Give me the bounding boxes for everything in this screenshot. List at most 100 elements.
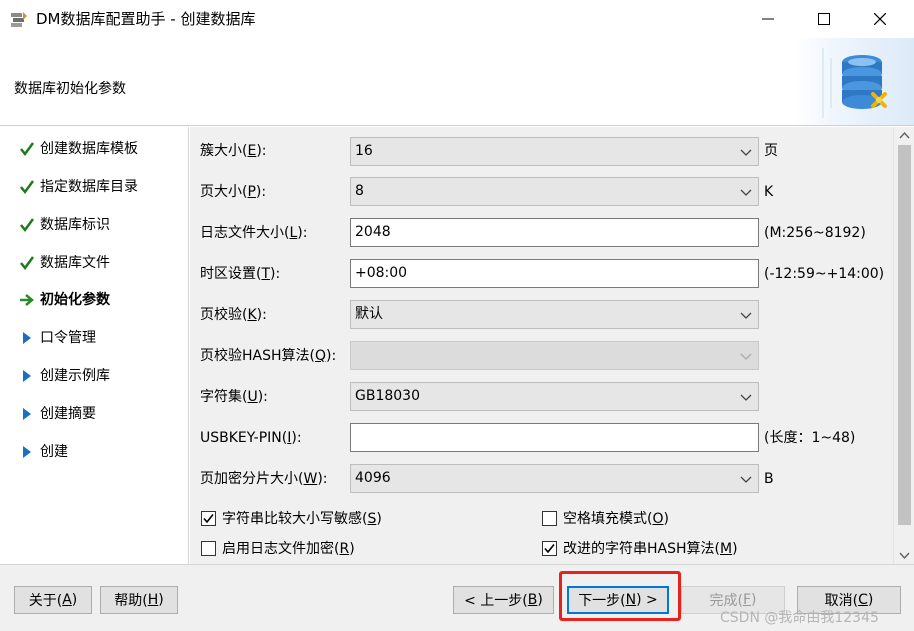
blank-pad-mode-checkbox[interactable]: 空格填充模式(O) [542, 508, 669, 528]
step-summary: 创建摘要 [0, 399, 189, 429]
page-check-hash-label: 页校验HASH算法(Q): [200, 348, 337, 364]
page-check-value: 默认 [355, 306, 383, 322]
timezone-input[interactable]: +08:00 [350, 259, 759, 288]
case-sensitive-label: 字符串比较大小写敏感(S) [222, 511, 382, 527]
triangle-right-icon [19, 330, 35, 346]
charset-select[interactable]: GB18030 [350, 382, 759, 411]
dm-installer-icon [11, 12, 27, 27]
database-config-icon [822, 48, 887, 118]
charset-value: GB18030 [355, 388, 420, 404]
log-encrypt-checkbox[interactable]: 启用日志文件加密(R) [201, 538, 355, 558]
window-title: DM数据库配置助手 - 创建数据库 [36, 10, 256, 28]
timezone-label: 时区设置(T): [200, 266, 281, 282]
maximize-icon [818, 13, 830, 25]
page-size-select[interactable]: 8 [350, 177, 759, 206]
page-header: 数据库初始化参数 [0, 38, 914, 126]
triangle-right-icon [19, 444, 35, 460]
step-label: 指定数据库目录 [40, 179, 138, 195]
extent-size-label: 簇大小(E): [200, 143, 267, 159]
log-size-range: (M:256~8192) [764, 225, 866, 241]
prev-step-button[interactable]: < 上一步(B) [453, 586, 554, 614]
log-size-value: 2048 [355, 224, 391, 240]
improved-hash-label: 改进的字符串HASH算法(M) [563, 541, 738, 557]
usbkey-pin-label: USBKEY-PIN(I): [200, 430, 302, 446]
timezone-value: +08:00 [355, 265, 408, 281]
log-size-input[interactable]: 2048 [350, 218, 759, 247]
step-create: 创建 [0, 437, 189, 467]
help-button[interactable]: 帮助(H) [100, 586, 178, 614]
step-label: 数据库标识 [40, 217, 110, 233]
scroll-thumb[interactable] [898, 145, 911, 525]
step-init-params: 初始化参数 [0, 285, 189, 315]
step-password: 口令管理 [0, 323, 189, 353]
page-size-unit: K [764, 184, 774, 200]
extent-size-select[interactable]: 16 [350, 137, 759, 166]
chevron-down-icon [740, 353, 752, 360]
usbkey-pin-input[interactable] [350, 423, 759, 452]
checkbox-checked-icon [201, 510, 216, 526]
timezone-range: (-12:59~+14:00) [764, 266, 885, 282]
triangle-right-icon [19, 368, 35, 384]
page-check-hash-select [350, 341, 759, 370]
extent-size-value: 16 [355, 143, 373, 159]
scroll-down-icon[interactable] [899, 550, 910, 560]
checkbox-checked-icon [542, 540, 557, 556]
checkbox-unchecked-icon [201, 540, 216, 556]
header-banner [795, 38, 914, 125]
step-db-directory: 指定数据库目录 [0, 172, 189, 202]
close-button[interactable] [852, 0, 908, 38]
step-label: 创建摘要 [40, 406, 96, 422]
scroll-up-icon[interactable] [899, 131, 910, 141]
page-check-label: 页校验(K): [200, 307, 267, 323]
about-button[interactable]: 关于(A) [14, 586, 92, 614]
watermark: CSDN @我命由我12345 [720, 610, 879, 626]
checkmark-icon [19, 179, 35, 195]
blank-pad-mode-label: 空格填充模式(O) [563, 511, 669, 527]
checkmark-icon [19, 217, 35, 233]
step-create-template: 创建数据库模板 [0, 134, 189, 164]
chevron-down-icon [740, 312, 752, 319]
usbkey-pin-length: (长度：1~48) [764, 430, 856, 446]
step-db-files: 数据库文件 [0, 248, 189, 278]
step-label: 初始化参数 [40, 292, 110, 308]
log-encrypt-label: 启用日志文件加密(R) [222, 541, 355, 557]
log-size-label: 日志文件大小(L): [200, 225, 308, 241]
wizard-steps: 创建数据库模板 指定数据库目录 数据库标识 数据库文件 初始化参数 口令管理 创… [0, 127, 189, 564]
page-size-label: 页大小(P): [200, 184, 267, 200]
case-sensitive-checkbox[interactable]: 字符串比较大小写敏感(S) [201, 508, 382, 528]
improved-hash-checkbox[interactable]: 改进的字符串HASH算法(M) [542, 538, 738, 558]
minimize-icon [762, 18, 774, 20]
chevron-down-icon [740, 189, 752, 196]
step-label: 口令管理 [40, 330, 96, 346]
step-label: 创建 [40, 444, 68, 460]
page-encrypt-size-label: 页加密分片大小(W): [200, 471, 328, 487]
extent-size-unit: 页 [764, 143, 778, 159]
page-encrypt-size-unit: B [764, 471, 774, 487]
step-label: 创建示例库 [40, 368, 110, 384]
init-params-form: 簇大小(E): 16 页 页大小(P): 8 K 日志文件大小(L): 2048… [190, 127, 893, 564]
next-button-highlight [559, 571, 681, 621]
step-db-identity: 数据库标识 [0, 210, 189, 240]
vertical-scrollbar[interactable] [893, 127, 914, 564]
triangle-right-icon [19, 406, 35, 422]
charset-label: 字符集(U): [200, 389, 268, 405]
arrow-right-icon [19, 292, 35, 308]
maximize-button[interactable] [796, 0, 852, 38]
checkmark-icon [19, 141, 35, 157]
checkmark-icon [19, 255, 35, 271]
step-label: 数据库文件 [40, 255, 110, 271]
close-icon [874, 13, 886, 25]
page-title: 数据库初始化参数 [14, 81, 126, 97]
page-size-value: 8 [355, 183, 364, 199]
minimize-button[interactable] [740, 0, 796, 38]
chevron-down-icon [740, 149, 752, 156]
page-encrypt-size-select[interactable]: 4096 [350, 464, 759, 493]
title-bar: DM数据库配置助手 - 创建数据库 [0, 0, 914, 38]
step-label: 创建数据库模板 [40, 141, 138, 157]
chevron-down-icon [740, 394, 752, 401]
step-sample-db: 创建示例库 [0, 361, 189, 391]
page-encrypt-size-value: 4096 [355, 470, 391, 486]
chevron-down-icon [740, 476, 752, 483]
checkbox-unchecked-icon [542, 510, 557, 526]
page-check-select[interactable]: 默认 [350, 300, 759, 329]
